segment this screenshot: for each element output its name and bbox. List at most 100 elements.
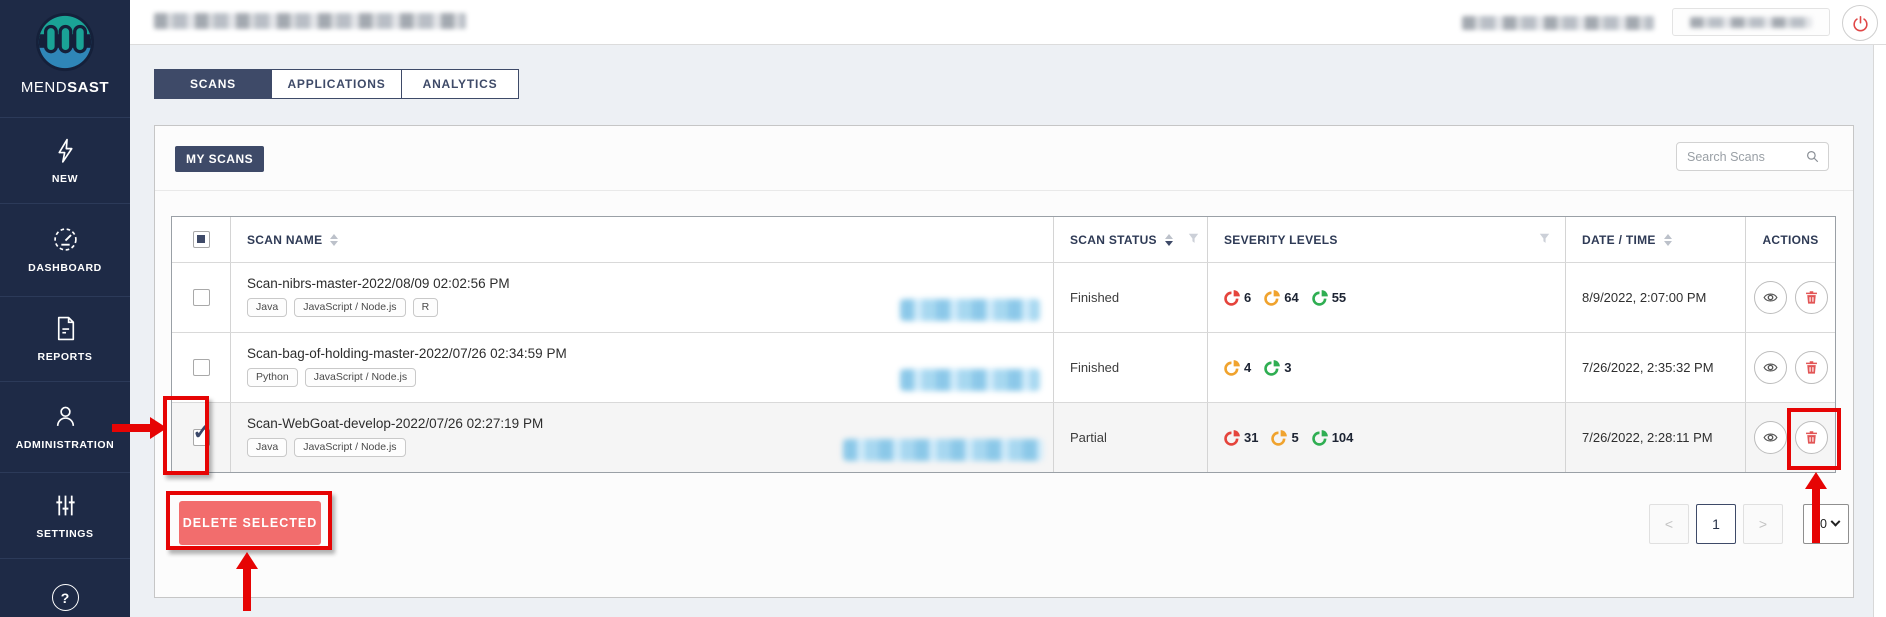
sidebar-item-settings[interactable]: SETTINGS	[0, 472, 130, 558]
view-scan-button[interactable]	[1754, 421, 1787, 454]
table-header-row: SCAN NAME SCAN STATUS SEVERITY LEVELS	[172, 217, 1835, 262]
eye-icon	[1762, 289, 1779, 306]
filter-severity-icon[interactable]	[1538, 232, 1551, 248]
row-checkbox[interactable]	[193, 359, 210, 376]
scans-table: SCAN NAME SCAN STATUS SEVERITY LEVELS	[171, 216, 1836, 473]
header-actions: ACTIONS	[1745, 217, 1835, 262]
header-scan-name: SCAN NAME	[230, 217, 1053, 262]
sidebar-item-label: DASHBOARD	[28, 262, 102, 274]
severity-medium: 4	[1224, 359, 1251, 376]
severity-medium: 64	[1264, 289, 1298, 306]
delete-scan-button[interactable]	[1795, 281, 1828, 314]
tab-applications[interactable]: APPLICATIONS	[272, 69, 402, 99]
actions-cell	[1745, 403, 1835, 472]
redacted-scan-link	[900, 369, 1040, 391]
severity-low: 104	[1312, 429, 1354, 446]
sidebar-item-help[interactable]: ?	[0, 558, 130, 617]
pagination-page-1[interactable]: 1	[1696, 504, 1736, 544]
header-action-button-redacted[interactable]	[1672, 8, 1830, 36]
sort-date-time[interactable]	[1664, 234, 1672, 246]
header-severity-levels: SEVERITY LEVELS	[1207, 217, 1565, 262]
pagination-next-button[interactable]: >	[1743, 504, 1783, 544]
main-content: SCANS APPLICATIONS ANALYTICS MY SCANS SC…	[130, 45, 1886, 617]
sidebar-item-reports[interactable]: REPORTS	[0, 296, 130, 381]
lightning-icon	[52, 137, 79, 164]
scan-name-cell: Scan-bag-of-holding-master-2022/07/26 02…	[230, 333, 1053, 402]
tab-analytics[interactable]: ANALYTICS	[402, 69, 519, 99]
severity-medium: 5	[1271, 429, 1298, 446]
view-scan-button[interactable]	[1754, 281, 1787, 314]
scan-status: Partial	[1070, 430, 1107, 445]
scan-name[interactable]: Scan-nibrs-master-2022/08/09 02:02:56 PM	[231, 263, 1053, 291]
row-select-cell	[172, 263, 230, 332]
redacted-scan-link	[843, 439, 1043, 461]
pagination-prev-button[interactable]: <	[1649, 504, 1689, 544]
language-tag: JavaScript / Node.js	[294, 298, 405, 317]
trash-icon	[1803, 359, 1820, 376]
trash-icon	[1803, 429, 1820, 446]
date-time-cell: 7/26/2022, 2:35:32 PM	[1565, 333, 1745, 402]
brand-name: MENDSAST	[21, 79, 109, 96]
sidebar-item-administration[interactable]: ADMINISTRATION	[0, 381, 130, 472]
sidebar-item-dashboard[interactable]: DASHBOARD	[0, 203, 130, 296]
window-scrollbar[interactable]	[1873, 0, 1886, 617]
sidebar-item-new[interactable]: NEW	[0, 117, 130, 203]
row-checkbox[interactable]	[193, 289, 210, 306]
speedometer-icon	[52, 226, 79, 253]
language-tag: JavaScript / Node.js	[294, 438, 405, 457]
checkmark: ✓	[193, 421, 211, 443]
date-time-cell: 8/9/2022, 2:07:00 PM	[1565, 263, 1745, 332]
severity-high: 31	[1224, 429, 1258, 446]
user-icon	[52, 403, 79, 430]
top-header	[130, 0, 1886, 45]
severity-low: 55	[1312, 289, 1346, 306]
scan-name[interactable]: Scan-WebGoat-develop-2022/07/26 02:27:19…	[231, 403, 1053, 431]
actions-cell	[1745, 333, 1835, 402]
row-select-cell	[172, 333, 230, 402]
table-row: Scan-nibrs-master-2022/08/09 02:02:56 PM…	[172, 262, 1835, 332]
logout-button[interactable]	[1842, 5, 1878, 41]
power-icon	[1851, 14, 1870, 33]
view-scan-button[interactable]	[1754, 351, 1787, 384]
sidebar-item-label: REPORTS	[38, 351, 93, 363]
filter-scan-status-icon[interactable]	[1187, 232, 1200, 248]
delete-selected-button[interactable]: DELETE SELECTED	[179, 501, 321, 545]
scan-name[interactable]: Scan-bag-of-holding-master-2022/07/26 02…	[231, 333, 1053, 361]
sidebar-item-label: SETTINGS	[36, 528, 93, 540]
sidebar-item-label: ADMINISTRATION	[16, 439, 115, 451]
tab-scans[interactable]: SCANS	[154, 69, 272, 99]
eye-icon	[1762, 429, 1779, 446]
sort-scan-name[interactable]	[330, 234, 338, 246]
eye-icon	[1762, 359, 1779, 376]
my-scans-panel: MY SCANS SCAN NAME SCAN STATUS	[154, 125, 1854, 598]
panel-divider	[155, 190, 1853, 191]
mend-logo-icon	[34, 11, 96, 73]
row-checkbox-checked[interactable]: ✓	[193, 429, 210, 446]
header-date-time: DATE / TIME	[1565, 217, 1745, 262]
sliders-icon	[52, 492, 79, 519]
search-input[interactable]	[1687, 150, 1805, 164]
brand-logo[interactable]: MENDSAST	[0, 0, 130, 117]
delete-scan-button[interactable]	[1795, 351, 1828, 384]
language-tag: JavaScript / Node.js	[305, 368, 416, 387]
language-tag: Java	[247, 438, 287, 457]
trash-icon	[1803, 289, 1820, 306]
pagination: < 1 > 10	[1649, 504, 1849, 544]
search-box[interactable]	[1676, 142, 1829, 171]
page-title-redacted	[154, 13, 466, 29]
page-size-select[interactable]: 10	[1803, 504, 1849, 544]
my-scans-badge: MY SCANS	[175, 146, 264, 172]
row-select-cell: ✓	[172, 403, 230, 472]
header-action-label-redacted	[1690, 17, 1812, 28]
sort-scan-status[interactable]	[1165, 234, 1173, 246]
severity-cell: 6 64 55	[1207, 263, 1565, 332]
select-all-checkbox[interactable]	[193, 231, 210, 248]
scan-status: Finished	[1070, 290, 1119, 305]
help-icon: ?	[52, 584, 79, 611]
username-redacted	[1462, 16, 1654, 30]
severity-high: 6	[1224, 289, 1251, 306]
table-row-selected: ✓ Scan-WebGoat-develop-2022/07/26 02:27:…	[172, 402, 1835, 472]
delete-scan-button-highlighted[interactable]	[1795, 421, 1828, 454]
table-row: Scan-bag-of-holding-master-2022/07/26 02…	[172, 332, 1835, 402]
sidebar: MENDSAST NEW DASHBOARD REPORTS ADMINISTR…	[0, 0, 130, 617]
